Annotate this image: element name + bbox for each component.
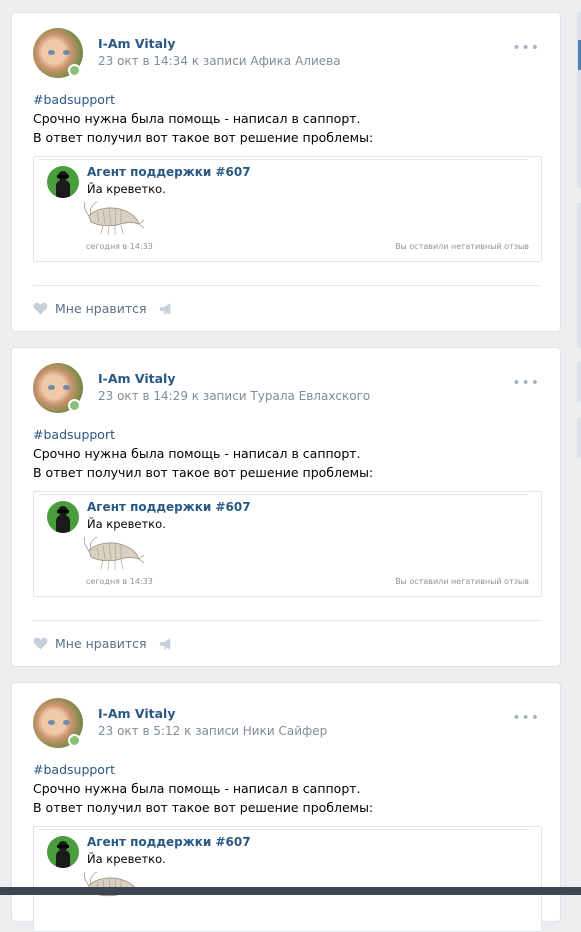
shrimp-image	[83, 201, 145, 236]
wall-post: I-Am Vitaly 23 окт в 5:12 к записи Ники …	[11, 682, 561, 932]
agent-avatar	[47, 836, 79, 868]
support-screenshot: Агент поддержки #607 Йа креветко. сегодн…	[33, 491, 542, 597]
post-text-line: Срочно нужна была помощь - написал в сап…	[33, 781, 361, 796]
side-panel-fragment	[577, 12, 581, 188]
megaphone-icon[interactable]	[159, 637, 174, 651]
embed-divider	[39, 829, 529, 830]
post-author[interactable]: I-Am Vitaly	[98, 371, 175, 386]
post-text-line: В ответ получил вот такое вот решение пр…	[33, 130, 374, 145]
agent-name: Агент поддержки #607	[87, 500, 251, 514]
post-text-line: В ответ получил вот такое вот решение пр…	[33, 800, 374, 815]
side-panel-fragment	[577, 362, 581, 402]
support-screenshot: Агент поддержки #607 Йа креветко.	[33, 826, 542, 932]
agent-name: Агент поддержки #607	[87, 165, 251, 179]
post-author[interactable]: I-Am Vitaly	[98, 706, 175, 721]
shrimp-image	[83, 536, 145, 571]
like-label: Мне нравится	[55, 301, 147, 316]
agent-avatar	[47, 166, 79, 198]
heart-icon	[33, 637, 48, 650]
online-indicator	[68, 399, 81, 412]
agent-avatar	[47, 501, 79, 533]
hashtag-link[interactable]: #badsupport	[33, 92, 115, 107]
like-button[interactable]: Мне нравится	[33, 301, 147, 316]
bottom-bar	[0, 887, 581, 895]
like-label: Мне нравится	[55, 636, 147, 651]
support-screenshot: Агент поддержки #607 Йа креветко. сегодн…	[33, 156, 542, 262]
heart-icon	[33, 302, 48, 315]
post-text-line: Срочно нужна была помощь - написал в сап…	[33, 446, 361, 461]
wall-post: I-Am Vitaly 23 окт в 14:34 к записи Афик…	[11, 12, 561, 332]
megaphone-icon[interactable]	[159, 302, 174, 316]
agent-name: Агент поддержки #607	[87, 835, 251, 849]
side-panel-fragment	[577, 203, 581, 348]
online-indicator	[68, 734, 81, 747]
post-date[interactable]: 23 окт в 5:12 к записи Ники Сайфер	[98, 724, 327, 738]
agent-message: Йа креветко.	[87, 517, 166, 531]
hashtag-link[interactable]: #badsupport	[33, 427, 115, 442]
post-date[interactable]: 23 окт в 14:34 к записи Афика Алиева	[98, 54, 341, 68]
message-time: сегодня в 14:33	[86, 577, 153, 586]
feedback-status: Вы оставили негативный отзыв	[395, 577, 529, 586]
online-indicator	[68, 64, 81, 77]
post-divider	[33, 620, 541, 621]
more-dots-icon[interactable]: •••	[512, 375, 540, 391]
side-panel-fragment	[577, 418, 581, 458]
post-author[interactable]: I-Am Vitaly	[98, 36, 175, 51]
post-text-line: В ответ получил вот такое вот решение пр…	[33, 465, 374, 480]
agent-message: Йа креветко.	[87, 852, 166, 866]
agent-message: Йа креветко.	[87, 182, 166, 196]
embed-divider	[39, 159, 529, 160]
message-time: сегодня в 14:33	[86, 242, 153, 251]
embed-divider	[39, 494, 529, 495]
hashtag-link[interactable]: #badsupport	[33, 762, 115, 777]
more-dots-icon[interactable]: •••	[512, 710, 540, 726]
post-divider	[33, 285, 541, 286]
wall-post: I-Am Vitaly 23 окт в 14:29 к записи Тура…	[11, 347, 561, 667]
post-date[interactable]: 23 окт в 14:29 к записи Турала Евлахског…	[98, 389, 370, 403]
feedback-status: Вы оставили негативный отзыв	[395, 242, 529, 251]
post-text-line: Срочно нужна была помощь - написал в сап…	[33, 111, 361, 126]
like-button[interactable]: Мне нравится	[33, 636, 147, 651]
more-dots-icon[interactable]: •••	[512, 40, 540, 56]
